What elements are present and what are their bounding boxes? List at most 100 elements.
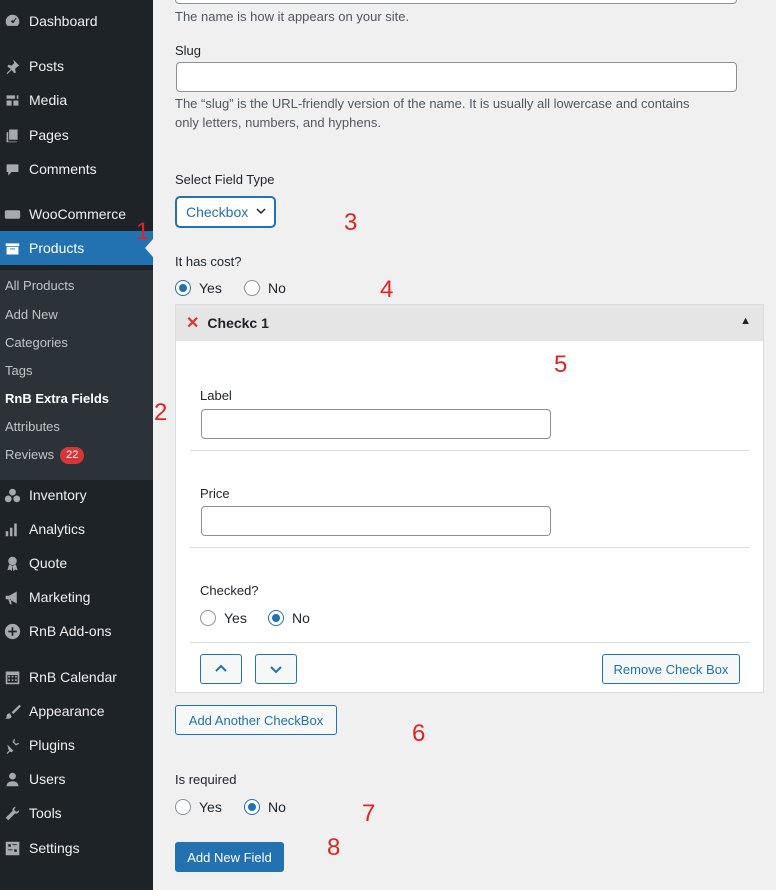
archive-icon bbox=[3, 239, 21, 257]
submenu-label: Reviews bbox=[5, 447, 55, 462]
menu-item-label: Analytics bbox=[29, 521, 86, 537]
checked-no-option[interactable]: No bbox=[268, 610, 310, 626]
submenu-label: RnB Extra Fields bbox=[5, 391, 110, 406]
reviews-count-badge: 22 bbox=[60, 446, 85, 464]
submenu-attributes[interactable]: Attributes bbox=[5, 417, 60, 437]
required-yes-radio[interactable] bbox=[175, 799, 191, 815]
add-another-checkbox-button[interactable]: Add Another CheckBox bbox=[175, 705, 337, 735]
annotation-4: 4 bbox=[380, 276, 394, 303]
menu-item-users[interactable]: Users bbox=[0, 762, 153, 796]
brush-icon bbox=[3, 702, 21, 720]
submenu-label: Tags bbox=[5, 363, 33, 378]
menu-item-media[interactable]: Media bbox=[0, 83, 153, 117]
menu-item-posts[interactable]: Posts bbox=[0, 49, 153, 83]
checked-yes-radio[interactable] bbox=[200, 610, 216, 626]
menu-item-label: Marketing bbox=[29, 589, 91, 605]
menu-item-dashboard[interactable]: Dashboard bbox=[0, 4, 153, 38]
menu-item-label: Users bbox=[29, 771, 66, 787]
submenu-add-new[interactable]: Add New bbox=[5, 305, 58, 325]
chevron-down-icon bbox=[270, 666, 282, 674]
required-no-radio[interactable] bbox=[244, 799, 260, 815]
required-no-label: No bbox=[268, 799, 286, 815]
collapse-arrow-icon[interactable]: ▲ bbox=[740, 315, 751, 327]
cost-no-label: No bbox=[268, 280, 286, 296]
required-no-option[interactable]: No bbox=[244, 799, 286, 815]
price-label: Price bbox=[200, 486, 230, 501]
menu-item-products[interactable]: Products bbox=[0, 231, 153, 265]
menu-item-appearance[interactable]: Appearance bbox=[0, 694, 153, 728]
cost-yes-option[interactable]: Yes bbox=[175, 280, 222, 296]
checked-yes-option[interactable]: Yes bbox=[200, 610, 247, 626]
menu-item-label: Products bbox=[29, 240, 85, 256]
menu-item-pages[interactable]: Pages bbox=[0, 118, 153, 152]
field-type-select[interactable]: Checkbox bbox=[176, 197, 275, 227]
admin-sidebar: Dashboard Posts Media Pages Comments Woo… bbox=[0, 0, 153, 890]
menu-item-plugins[interactable]: Plugins bbox=[0, 728, 153, 762]
required-yes-label: Yes bbox=[199, 799, 222, 815]
annotation-1: 1 bbox=[136, 218, 150, 245]
menu-item-label: Tools bbox=[29, 805, 62, 821]
slug-input[interactable] bbox=[176, 62, 737, 92]
slug-help-line-2: only letters, numbers, and hyphens. bbox=[175, 115, 381, 130]
dashboard-icon bbox=[3, 12, 21, 30]
cost-no-option[interactable]: No bbox=[244, 280, 286, 296]
required-label: Is required bbox=[175, 772, 237, 787]
menu-item-label: RnB Add-ons bbox=[29, 623, 112, 639]
add-new-field-button[interactable]: Add New Field bbox=[175, 842, 284, 872]
menu-item-marketing[interactable]: Marketing bbox=[0, 580, 153, 614]
checked-no-label: No bbox=[292, 610, 310, 626]
move-up-button[interactable] bbox=[200, 654, 242, 684]
pages-icon bbox=[3, 126, 21, 144]
plus-circle-icon bbox=[3, 622, 21, 640]
divider bbox=[190, 547, 750, 548]
menu-item-settings[interactable]: Settings bbox=[0, 831, 153, 865]
annotation-5: 5 bbox=[554, 351, 568, 378]
comment-icon bbox=[3, 160, 21, 178]
remove-checkbox-button[interactable]: Remove Check Box bbox=[602, 654, 740, 684]
close-icon[interactable]: ✕ bbox=[186, 313, 199, 333]
menu-item-rnb-addons[interactable]: RnB Add-ons bbox=[0, 614, 153, 648]
menu-item-woocommerce[interactable]: WooCommerce bbox=[0, 197, 153, 231]
chevron-up-icon bbox=[215, 664, 227, 672]
menu-item-analytics[interactable]: Analytics bbox=[0, 512, 153, 546]
slug-label: Slug bbox=[175, 43, 202, 58]
required-yes-option[interactable]: Yes bbox=[175, 799, 222, 815]
cost-no-radio[interactable] bbox=[244, 280, 260, 296]
menu-item-label: Comments bbox=[29, 161, 97, 177]
menu-item-label: Appearance bbox=[29, 703, 105, 719]
cost-yes-label: Yes bbox=[199, 280, 222, 296]
move-down-button[interactable] bbox=[255, 654, 297, 684]
submenu-all-products[interactable]: All Products bbox=[5, 276, 74, 296]
name-help-text: The name is how it appears on your site. bbox=[175, 9, 410, 24]
divider bbox=[190, 642, 750, 643]
menu-item-label: Settings bbox=[29, 840, 80, 856]
annotation-2: 2 bbox=[154, 399, 168, 426]
menu-item-tools[interactable]: Tools bbox=[0, 796, 153, 830]
pin-icon bbox=[3, 57, 21, 75]
checkbox-panel-header[interactable]: ✕ Checkc 1 ▲ bbox=[176, 305, 763, 341]
slug-help-line-1: The “slug” is the URL-friendly version o… bbox=[175, 96, 690, 111]
woo-icon bbox=[3, 205, 21, 223]
award-icon bbox=[3, 554, 21, 572]
annotation-8: 8 bbox=[327, 834, 341, 861]
products-submenu: All Products Add New Categories Tags RnB… bbox=[0, 270, 153, 480]
name-input[interactable] bbox=[175, 0, 737, 4]
submenu-label: Attributes bbox=[5, 419, 60, 434]
cost-yes-radio[interactable] bbox=[175, 280, 191, 296]
submenu-reviews[interactable]: Reviews 22 bbox=[5, 445, 85, 465]
menu-item-rnb-calendar[interactable]: RnB Calendar bbox=[0, 660, 153, 694]
menu-item-inventory[interactable]: Inventory bbox=[0, 478, 153, 512]
submenu-tags[interactable]: Tags bbox=[5, 361, 32, 381]
checked-no-radio[interactable] bbox=[268, 610, 284, 626]
checked-yes-label: Yes bbox=[224, 610, 247, 626]
menu-item-label: Plugins bbox=[29, 737, 75, 753]
inventory-icon bbox=[3, 486, 21, 504]
menu-item-comments[interactable]: Comments bbox=[0, 152, 153, 186]
price-input[interactable] bbox=[201, 506, 551, 536]
submenu-rnb-extra-fields[interactable]: RnB Extra Fields bbox=[5, 389, 109, 409]
submenu-categories[interactable]: Categories bbox=[5, 333, 68, 353]
annotation-3: 3 bbox=[344, 209, 358, 236]
menu-item-quote[interactable]: Quote bbox=[0, 546, 153, 580]
divider bbox=[190, 450, 750, 451]
checkbox-label-input[interactable] bbox=[201, 409, 551, 439]
